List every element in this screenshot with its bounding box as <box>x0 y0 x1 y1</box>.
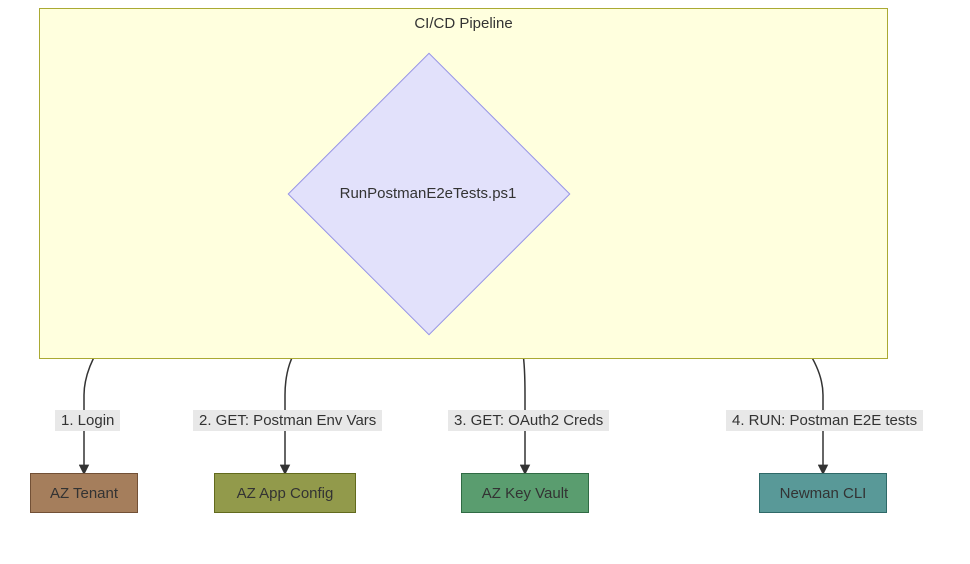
edge-run-label: 4. RUN: Postman E2E tests <box>726 410 923 431</box>
tenant-node: AZ Tenant <box>30 473 138 513</box>
newman-node-label: Newman CLI <box>780 485 867 502</box>
appconfig-node-label: AZ App Config <box>237 485 334 502</box>
edge-creds-label: 3. GET: OAuth2 Creds <box>448 410 609 431</box>
keyvault-node-label: AZ Key Vault <box>482 485 568 502</box>
tenant-node-label: AZ Tenant <box>50 485 118 502</box>
edge-login-label: 1. Login <box>55 410 120 431</box>
appconfig-node: AZ App Config <box>214 473 356 513</box>
pipeline-container-title: CI/CD Pipeline <box>40 15 887 32</box>
newman-node: Newman CLI <box>759 473 887 513</box>
keyvault-node: AZ Key Vault <box>461 473 589 513</box>
edge-envvars-label: 2. GET: Postman Env Vars <box>193 410 382 431</box>
